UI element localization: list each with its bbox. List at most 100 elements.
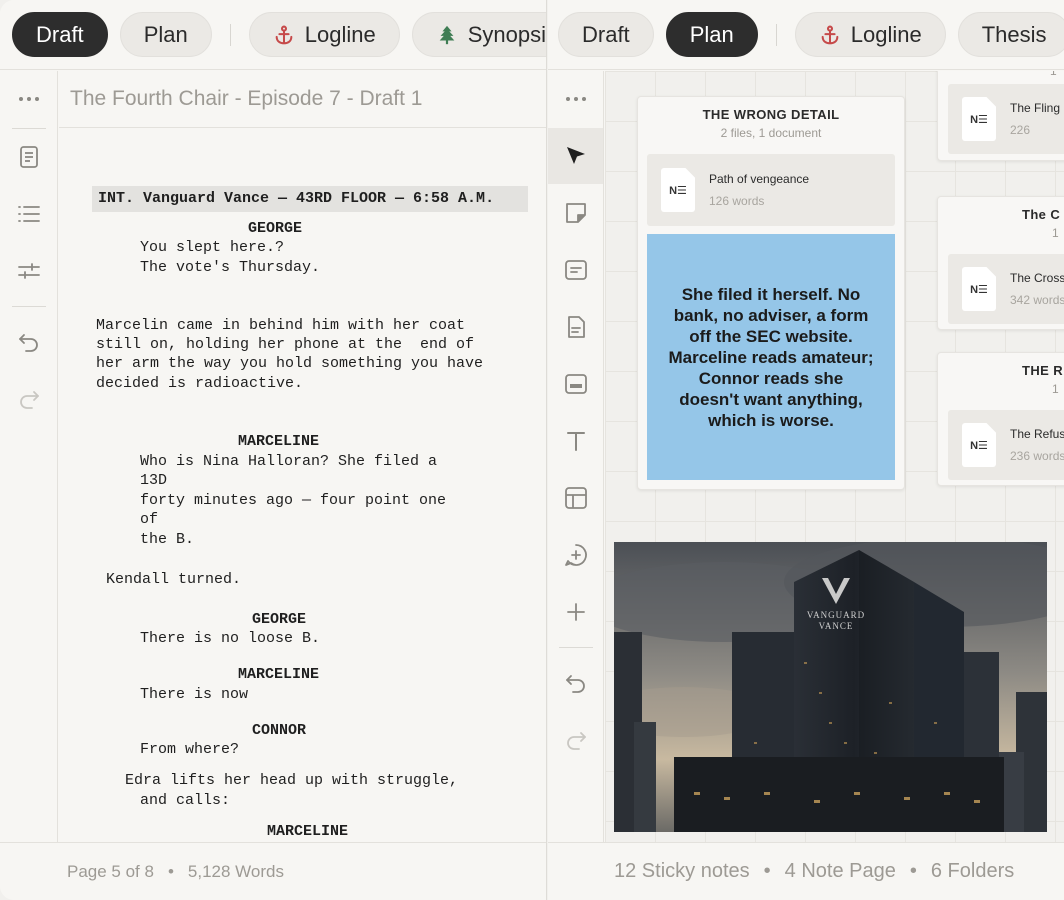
comment-tool-button[interactable] xyxy=(548,527,603,583)
banner-icon xyxy=(564,374,587,394)
cursor-arrow-icon xyxy=(566,147,585,164)
tab-logline[interactable]: Logline xyxy=(794,12,946,57)
plan-board-pane: Draft Plan Logline Thesis THE WRONG DETA… xyxy=(548,0,1064,900)
plan-board-canvas[interactable]: THE WRONG DETAIL 2 files, 1 document N☰ … xyxy=(605,71,1064,842)
add-element-button[interactable] xyxy=(548,584,603,640)
redo-button[interactable] xyxy=(548,712,603,768)
folder-meta: 1 xyxy=(1050,71,1057,78)
file-card[interactable]: N☰ The Cross 342 words xyxy=(948,254,1064,324)
comment-add-icon xyxy=(564,544,587,566)
file-name: Path of vengeance xyxy=(709,172,810,186)
text-tool-button[interactable] xyxy=(548,413,603,469)
folder-title: THE WRONG DETAIL xyxy=(702,107,840,122)
file-word-count: 126 words xyxy=(709,194,765,208)
sticky-note-tool-button[interactable] xyxy=(548,185,603,241)
document-title: The Fourth Chair - Episode 7 - Draft 1 xyxy=(59,71,546,128)
sticky-note[interactable]: She filed it herself. No bank, no advise… xyxy=(647,234,895,480)
separator-dot: • xyxy=(909,860,917,882)
folder-meta: 1 xyxy=(1052,382,1059,396)
undo-button[interactable] xyxy=(0,314,57,370)
more-options-button[interactable] xyxy=(0,71,57,127)
dialogue-line: The vote's Thursday. xyxy=(140,259,321,276)
file-name: The Refus xyxy=(1010,427,1064,441)
file-word-count: 342 words xyxy=(1010,293,1064,307)
left-tab-bar: Draft Plan Logline Synopsis xyxy=(0,0,546,70)
file-card[interactable]: N☰ The Fling 226 xyxy=(948,84,1064,154)
tab-plan[interactable]: Plan xyxy=(119,12,212,57)
sticky-note-icon xyxy=(565,203,586,223)
select-tool-button[interactable] xyxy=(548,128,603,184)
character-name: GEORGE xyxy=(252,611,307,628)
rail-divider xyxy=(12,306,46,307)
action-line: still on, holding her phone at the end o… xyxy=(96,336,475,353)
dialogue-line: forty minutes ago — four point one xyxy=(140,492,447,509)
text-card-tool-button[interactable] xyxy=(548,242,603,298)
building-sign-line2: VANCE xyxy=(819,621,854,631)
tab-draft[interactable]: Draft xyxy=(12,12,108,57)
folder-meta: 1 xyxy=(1052,226,1059,240)
undo-icon xyxy=(565,675,585,693)
banner-tool-button[interactable] xyxy=(548,356,603,412)
layout-tool-button[interactable] xyxy=(548,470,603,526)
action-line: decided is radioactive. xyxy=(96,375,304,392)
outline-view-button[interactable] xyxy=(0,186,57,242)
note-file-icon: N☰ xyxy=(962,97,996,141)
note-page-tool-button[interactable] xyxy=(548,299,603,355)
settings-sliders-button[interactable] xyxy=(0,243,57,299)
page-count: Page 5 of 8 xyxy=(67,861,154,881)
action-line: her arm the way you hold something you h… xyxy=(96,355,484,372)
tab-synopsis[interactable]: Synopsis xyxy=(411,12,546,57)
redo-icon xyxy=(566,732,586,750)
note-file-icon: N☰ xyxy=(962,267,996,311)
building-sign-line1: VANGUARD xyxy=(807,610,865,620)
action-line: Edra lifts her head up with struggle, xyxy=(125,772,459,789)
tree-icon xyxy=(439,25,455,44)
separator-dot: • xyxy=(763,860,771,882)
file-card[interactable]: N☰ Path of vengeance 126 words xyxy=(647,154,895,226)
screenplay-text[interactable]: INT. Vanguard Vance — 43RD FLOOR — 6:58 … xyxy=(59,129,546,842)
tab-separator xyxy=(229,23,231,46)
character-name: CONNOR xyxy=(252,722,307,739)
document-icon xyxy=(19,146,38,168)
note-file-icon: N☰ xyxy=(661,168,695,212)
anchor-icon xyxy=(821,25,839,44)
dialogue-line: You slept here.? xyxy=(140,239,285,256)
file-name: The Fling xyxy=(1010,101,1061,115)
dialogue-line: There is now xyxy=(140,686,249,703)
tab-logline[interactable]: Logline xyxy=(248,12,400,57)
undo-button[interactable] xyxy=(548,655,603,711)
dialogue-line: of xyxy=(140,511,159,528)
tab-draft[interactable]: Draft xyxy=(558,12,654,57)
tab-plan[interactable]: Plan xyxy=(665,12,758,57)
sticky-note-count: 12 Sticky notes xyxy=(614,860,750,882)
character-name: GEORGE xyxy=(248,220,303,237)
sliders-icon xyxy=(17,263,40,279)
tab-separator xyxy=(775,23,777,46)
folder-count: 6 Folders xyxy=(930,860,1015,882)
document-view-button[interactable] xyxy=(0,129,57,185)
more-dots-icon xyxy=(18,97,39,101)
character-name: MARCELINE xyxy=(238,666,320,683)
redo-button[interactable] xyxy=(0,371,57,427)
folder-card[interactable]: 1 N☰ The Fling 226 xyxy=(937,71,1064,161)
folder-card[interactable]: The C 1 N☰ The Cross 342 words xyxy=(937,196,1064,330)
dialogue-line: Who is Nina Halloran? She filed a xyxy=(140,453,438,470)
more-options-button[interactable] xyxy=(548,71,603,127)
board-tool-rail xyxy=(548,71,604,842)
tab-thesis[interactable]: Thesis xyxy=(957,12,1064,57)
action-line: Marcelin came in behind him with her coa… xyxy=(96,317,466,334)
building-image[interactable]: VANGUARD VANCE xyxy=(614,542,1047,832)
file-card[interactable]: N☰ The Refus 236 words xyxy=(948,410,1064,480)
list-icon xyxy=(17,206,40,222)
character-name: MARCELINE xyxy=(238,433,320,450)
folder-card[interactable]: THE R 1 N☰ The Refus 236 words xyxy=(937,352,1064,486)
dialogue-line: the B. xyxy=(140,531,195,548)
separator-dot: • xyxy=(167,861,174,881)
rail-divider xyxy=(559,647,593,648)
word-count: 5,128 Words xyxy=(187,861,284,881)
folder-card[interactable]: THE WRONG DETAIL 2 files, 1 document N☰ … xyxy=(637,96,905,490)
folder-title: The C xyxy=(1022,207,1061,222)
skyscraper-image: VANGUARD VANCE xyxy=(614,542,1047,832)
note-page-count: 4 Note Page xyxy=(784,860,896,882)
text-t-icon xyxy=(566,432,585,451)
